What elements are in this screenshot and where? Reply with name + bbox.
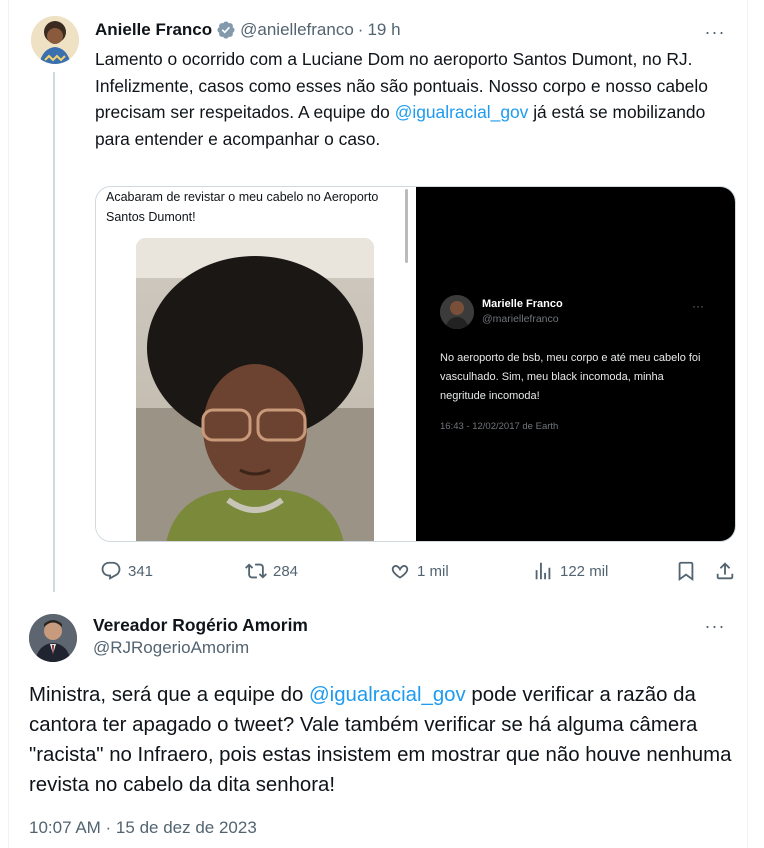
author-name[interactable]: Vereador Rogério Amorim: [93, 615, 308, 636]
like-icon: [391, 565, 409, 579]
retweet-count: 284: [273, 562, 299, 580]
quoted-author-name: Marielle Franco: [482, 298, 563, 310]
like-button[interactable]: 1 mil: [389, 560, 449, 582]
views-count: 122 mil: [560, 562, 609, 580]
selfie-photo: [136, 238, 374, 541]
tweet-text: Lamento o ocorrido com a Luciane Dom no …: [95, 46, 735, 152]
share-icon[interactable]: [714, 560, 736, 582]
thread-connector: [53, 72, 55, 592]
views-icon: [535, 562, 551, 580]
timeline: Anielle Franco @aniellefranco · 19 h ···…: [8, 0, 748, 848]
author-handle[interactable]: @aniellefranco: [240, 20, 354, 40]
quoted-avatar: [440, 295, 474, 329]
media-image-right[interactable]: Marielle Franco @mariellefranco ··· No a…: [416, 187, 735, 541]
author-handle[interactable]: @RJRogerioAmorim: [93, 638, 249, 658]
tweet-timestamp[interactable]: 10:07 AM · 15 de dez de 2023: [29, 818, 257, 838]
more-options-icon[interactable]: ···: [703, 23, 727, 46]
tweet-time[interactable]: 19 h: [367, 20, 400, 40]
screenshot-scrollbar: [405, 189, 408, 263]
more-options-icon[interactable]: ···: [703, 617, 727, 640]
reply-count: 341: [128, 562, 154, 580]
quoted-tweet-text: No aeroporto de bsb, meu corpo e até meu…: [440, 352, 701, 402]
avatar[interactable]: [31, 16, 79, 64]
quoted-tweet-meta: 16:43 - 12/02/2017 de Earth: [440, 421, 559, 432]
mention-link[interactable]: @igualracial_gov: [395, 102, 529, 122]
tweet-actions: 341 284 1 mil 122 mil: [95, 560, 740, 584]
reply-button[interactable]: 341: [100, 560, 153, 582]
author-name[interactable]: Anielle Franco: [95, 20, 212, 40]
tweet-text-part: Ministra, será que a equipe do: [29, 684, 309, 706]
bookmark-icon[interactable]: [675, 560, 697, 582]
quoted-author-handle: @mariellefranco: [482, 313, 559, 325]
separator: ·: [357, 20, 364, 39]
tweet-text: Ministra, será que a equipe do @igualrac…: [29, 680, 739, 800]
avatar[interactable]: [29, 614, 77, 662]
quoted-more-icon: ···: [692, 299, 704, 313]
reply-icon: [101, 561, 121, 580]
tweet-media[interactable]: Acabaram de revistar o meu cabelo no Aer…: [95, 186, 736, 542]
mention-link[interactable]: @igualracial_gov: [309, 684, 466, 706]
tweet-header: Anielle Franco @aniellefranco · 19 h: [95, 20, 401, 40]
verified-badge-icon: [216, 20, 236, 40]
like-count: 1 mil: [417, 562, 449, 580]
tweet-anielle[interactable]: Anielle Franco @aniellefranco · 19 h ···…: [9, 0, 749, 598]
retweet-button[interactable]: 284: [245, 560, 298, 582]
media-image-left[interactable]: Acabaram de revistar o meu cabelo no Aer…: [96, 187, 416, 541]
retweet-icon: [245, 563, 267, 579]
views-button[interactable]: 122 mil: [532, 560, 608, 582]
tweet-rogerio[interactable]: Vereador Rogério Amorim @RJRogerioAmorim…: [9, 598, 749, 848]
screenshot-caption: Acabaram de revistar o meu cabelo no Aer…: [106, 190, 379, 224]
